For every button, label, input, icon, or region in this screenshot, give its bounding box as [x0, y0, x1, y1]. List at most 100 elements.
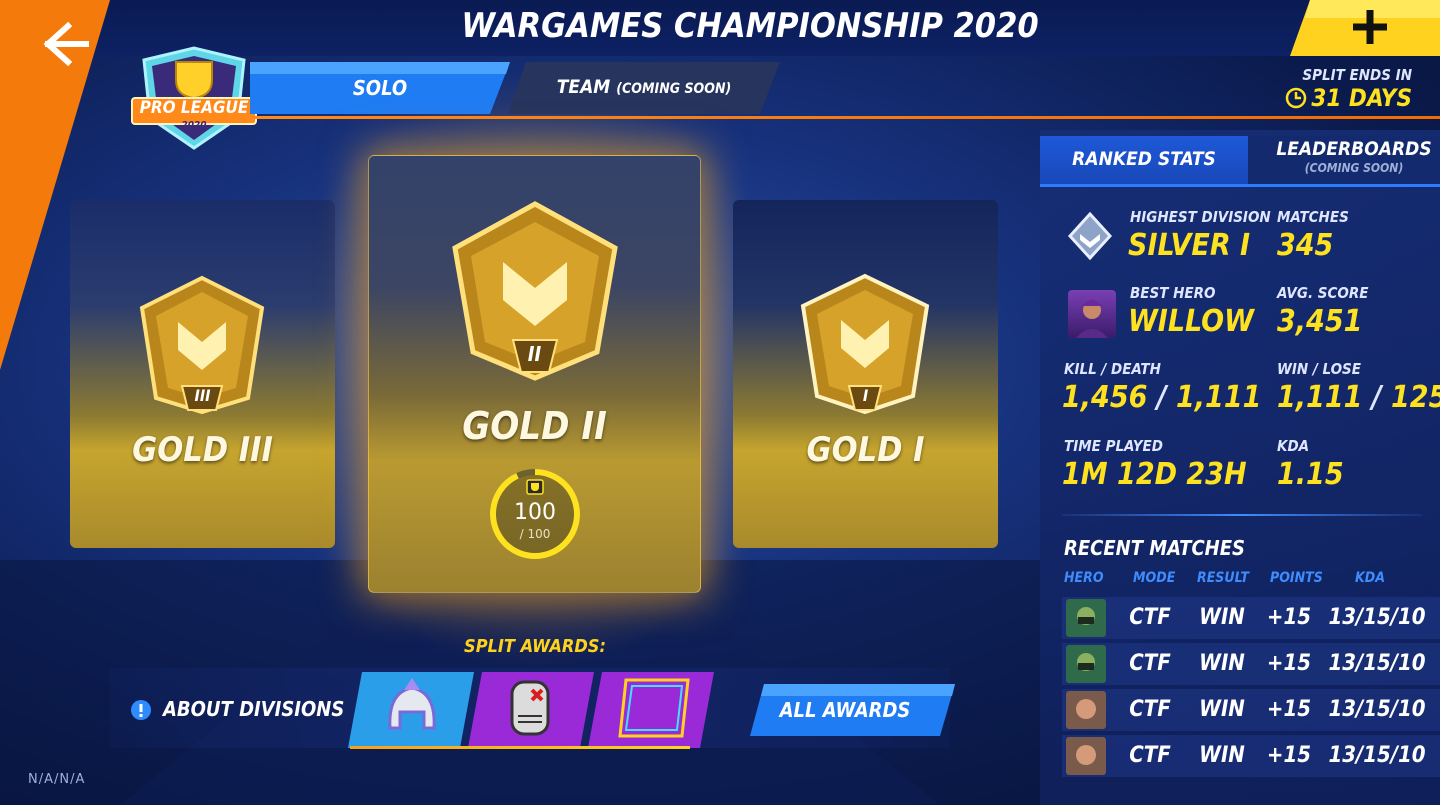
all-awards-label: ALL AWARDS	[779, 698, 911, 722]
losses-value: 125	[1391, 380, 1440, 415]
match-mode: CTF	[1129, 743, 1171, 768]
match-row[interactable]: CTF WIN +15 13/15/10	[1062, 643, 1440, 685]
gold-rank-emblem-icon	[800, 273, 930, 415]
award-frame[interactable]	[588, 672, 714, 748]
kills-value: 1,456	[1062, 380, 1148, 415]
hero-portrait-icon	[1066, 599, 1106, 637]
rank-numeral: II	[527, 342, 542, 366]
tab-ranked-stats[interactable]: RANKED STATS	[1040, 136, 1248, 186]
arrow-left-icon	[43, 21, 89, 67]
stats-divider	[1062, 514, 1422, 516]
best-hero-label: BEST HERO	[1130, 284, 1216, 302]
match-points: +15	[1266, 605, 1312, 630]
tab-solo-label: SOLO	[352, 76, 408, 100]
tab-team-text: TEAM	[556, 76, 611, 98]
match-mode: CTF	[1129, 605, 1171, 630]
helmet-icon	[348, 672, 474, 748]
frame-icon	[588, 672, 714, 748]
column-hero: HERO	[1064, 570, 1104, 586]
rank-card-gold-i[interactable]: I GOLD I	[733, 200, 998, 548]
hero-willow-avatar	[1068, 290, 1116, 338]
tab-team-note: (COMING SOON)	[616, 81, 732, 97]
match-row[interactable]: CTF WIN +15 13/15/10	[1062, 597, 1440, 639]
silver-division-icon	[1067, 211, 1113, 261]
split-label: SPLIT ENDS IN	[1302, 66, 1412, 84]
hero-portrait-icon	[1066, 691, 1106, 729]
matches-label: MATCHES	[1277, 208, 1349, 226]
column-kda: KDA	[1355, 570, 1385, 586]
award-helmet[interactable]	[348, 672, 474, 748]
split-awards-label: SPLIT AWARDS:	[464, 636, 606, 657]
kda-value: 1.15	[1277, 457, 1344, 492]
match-mode: CTF	[1129, 697, 1171, 722]
tab-leader-note: (COMING SOON)	[1304, 161, 1404, 175]
match-row[interactable]: CTF WIN +15 13/15/10	[1062, 689, 1440, 731]
badge-year: 2020	[181, 120, 207, 131]
match-mode: CTF	[1129, 651, 1171, 676]
kda-label: KDA	[1277, 437, 1310, 455]
match-kda: 13/15/10	[1328, 743, 1426, 768]
win-lose-label: WIN / LOSE	[1277, 360, 1361, 378]
matches-value: 345	[1277, 228, 1334, 263]
highest-division-value: SILVER I	[1128, 228, 1251, 263]
match-result: WIN	[1199, 605, 1245, 630]
match-result: WIN	[1199, 651, 1245, 676]
progress-max: / 100	[519, 527, 551, 541]
hero-portrait-icon	[1066, 737, 1106, 775]
mask-icon	[468, 672, 594, 748]
progress-value: 100	[514, 500, 556, 525]
plus-icon	[1290, 0, 1440, 56]
tab-team[interactable]: TEAM (COMING SOON)	[508, 62, 780, 114]
tab-divider	[250, 116, 1440, 119]
time-played-label: TIME PLAYED	[1064, 437, 1163, 455]
best-hero-value: WILLOW	[1128, 304, 1254, 339]
hero-portrait-icon	[1076, 300, 1108, 338]
split-timer: SPLIT ENDS IN 31 DAYS	[1285, 66, 1412, 112]
add-currency-button[interactable]	[1290, 0, 1440, 56]
rank-progress-ring: 100 / 100	[487, 466, 583, 562]
column-mode: MODE	[1133, 570, 1176, 586]
rank-card-gold-iii[interactable]: III GOLD III	[70, 200, 335, 548]
clock-icon	[1286, 87, 1307, 109]
page-title: WARGAMES CHAMPIONSHIP 2020	[461, 6, 1039, 46]
column-result: RESULT	[1197, 570, 1249, 586]
award-mask[interactable]	[468, 672, 594, 748]
rank-numeral: III	[194, 386, 211, 405]
tab-solo[interactable]: SOLO	[250, 62, 510, 114]
split-days: 31 DAYS	[1285, 84, 1412, 112]
back-button[interactable]	[0, 0, 110, 90]
awards-underline	[350, 746, 690, 749]
kill-death-label: KILL / DEATH	[1064, 360, 1161, 378]
rank-name: GOLD I	[806, 430, 925, 470]
rank-numeral: I	[862, 386, 869, 405]
tab-leader-label: LEADERBOARDS	[1276, 138, 1432, 160]
highest-division-label: HIGHEST DIVISION	[1130, 208, 1271, 226]
deaths-value: 1,111	[1176, 380, 1262, 415]
pro-league-badge: PRO LEAGUE 2020	[126, 40, 262, 155]
tab-leaderboards[interactable]: LEADERBOARDS (COMING SOON)	[1248, 136, 1440, 186]
badge-title: PRO LEAGUE	[139, 98, 249, 118]
match-points: +15	[1266, 743, 1312, 768]
split-days-value: 31 DAYS	[1311, 84, 1412, 112]
gold-rank-emblem-icon	[139, 275, 265, 415]
match-kda: 13/15/10	[1328, 651, 1426, 676]
column-points: POINTS	[1270, 570, 1323, 586]
rank-card-gold-ii-current[interactable]: II GOLD II 100 / 100	[368, 155, 701, 593]
kill-death-value: 1,456 / 1,111	[1062, 380, 1262, 415]
match-points: +15	[1266, 697, 1312, 722]
wins-value: 1,111	[1277, 380, 1363, 415]
match-result: WIN	[1199, 743, 1245, 768]
match-row[interactable]: CTF WIN +15 13/15/10	[1062, 735, 1440, 777]
avg-score-value: 3,451	[1277, 304, 1363, 339]
match-result: WIN	[1199, 697, 1245, 722]
panel-tab-divider	[1040, 184, 1440, 187]
match-kda: 13/15/10	[1328, 605, 1426, 630]
tab-ranked-label: RANKED STATS	[1072, 148, 1216, 170]
all-awards-button[interactable]: ALL AWARDS	[750, 684, 955, 736]
match-kda: 13/15/10	[1328, 697, 1426, 722]
avg-score-label: AVG. SCORE	[1277, 284, 1369, 302]
match-points: +15	[1266, 651, 1312, 676]
footer-na-text: N/A/N/A	[28, 772, 86, 787]
win-lose-value: 1,111 / 125	[1277, 380, 1440, 415]
time-played-value: 1M 12D 23H	[1062, 457, 1247, 492]
